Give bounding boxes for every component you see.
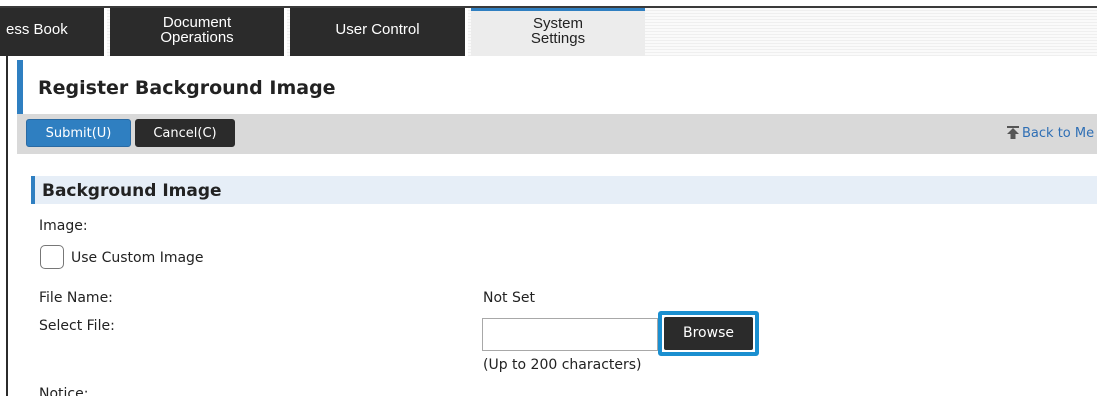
tab-bar: ess Book Document Operations User Contro… <box>0 0 1097 56</box>
left-frame-rule <box>6 56 8 396</box>
page-header-accent <box>17 60 23 114</box>
toolbar: Submit(U) Cancel(C) Back to Me <box>17 114 1097 154</box>
submit-button[interactable]: Submit(U) <box>26 119 131 147</box>
cancel-button[interactable]: Cancel(C) <box>135 119 235 147</box>
tab-system-settings[interactable]: System Settings <box>471 8 645 56</box>
section-title: Background Image <box>42 181 222 201</box>
page-header: Register Background Image <box>17 60 1097 114</box>
select-file-label: Select File: <box>39 318 115 334</box>
back-to-menu-link[interactable]: Back to Me <box>1006 126 1094 141</box>
use-custom-image-label[interactable]: Use Custom Image <box>71 250 204 266</box>
tab-address-book-label: ess Book <box>6 21 68 38</box>
page-title: Register Background Image <box>38 77 336 99</box>
tab-document-operations-label: Document Operations <box>160 14 234 46</box>
section-header: Background Image <box>31 176 1097 204</box>
file-name-label: File Name: <box>39 290 113 306</box>
browse-button[interactable]: Browse <box>664 317 753 350</box>
tab-user-control[interactable]: User Control <box>290 8 468 56</box>
file-name-value: Not Set <box>483 290 535 306</box>
character-limit-note: (Up to 200 characters) <box>483 357 642 373</box>
use-custom-image-checkbox[interactable] <box>40 245 64 269</box>
section-header-accent <box>31 176 35 204</box>
back-arrow-icon <box>1007 126 1019 139</box>
tab-system-settings-label: System Settings <box>530 15 586 47</box>
notice-label: Notice: <box>39 386 89 396</box>
image-label: Image: <box>39 218 88 234</box>
tab-document-operations[interactable]: Document Operations <box>110 8 287 56</box>
back-to-menu-label: Back to Me <box>1022 126 1095 141</box>
select-file-input[interactable] <box>482 318 658 351</box>
tab-user-control-label: User Control <box>335 21 420 38</box>
tab-address-book[interactable]: ess Book <box>0 8 107 56</box>
